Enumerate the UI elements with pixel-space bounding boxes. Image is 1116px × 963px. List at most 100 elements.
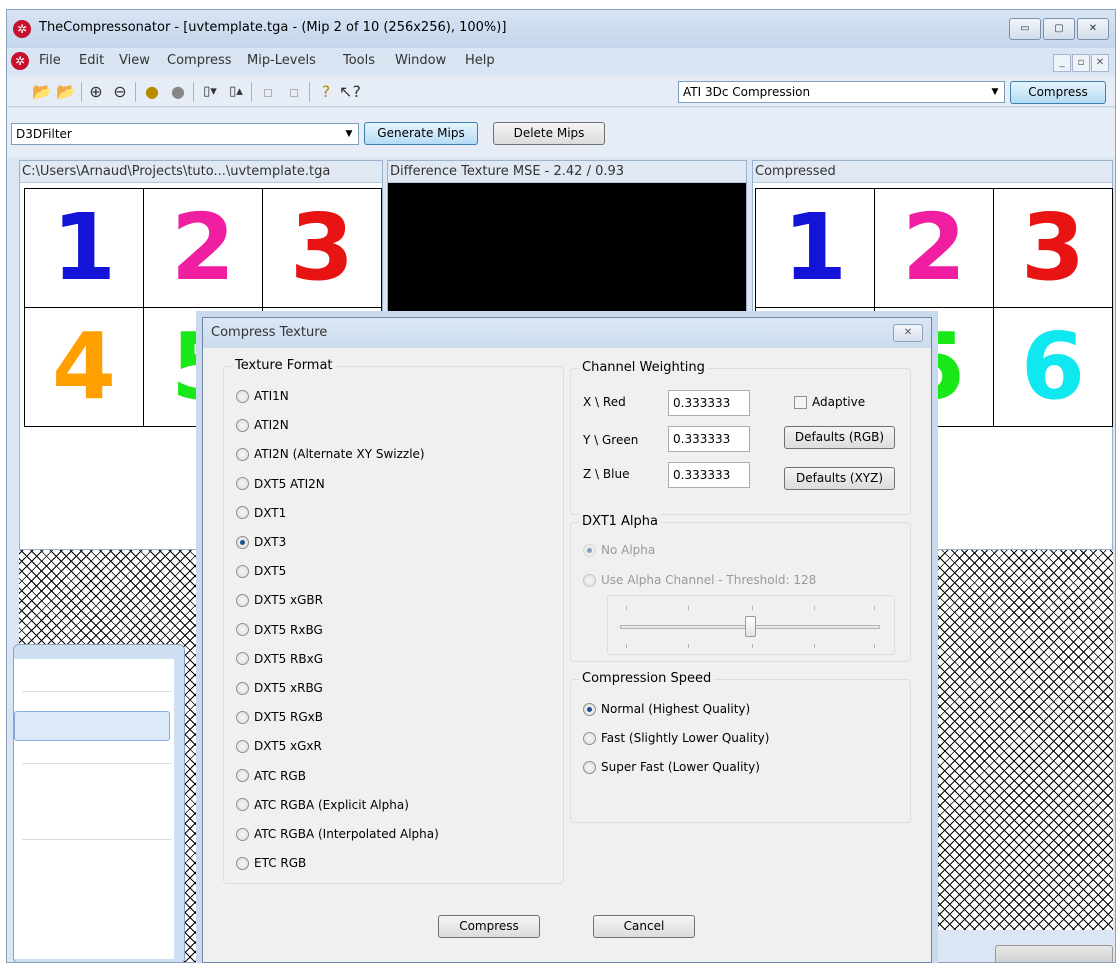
radio-dot: [236, 418, 249, 432]
format-option[interactable]: ATI2N: [236, 418, 289, 432]
compression-type-select[interactable]: ATI 3Dc Compression ▼: [678, 81, 1005, 103]
menu-edit[interactable]: Edit: [79, 53, 104, 68]
use-alpha-channel-radio[interactable]: Use Alpha Channel - Threshold: 128: [583, 573, 816, 587]
menu-view[interactable]: View: [119, 53, 150, 68]
channel-weighting-label: Channel Weighting: [579, 360, 708, 375]
mip-up-icon[interactable]: ▯▴: [225, 81, 247, 103]
menu-file[interactable]: File: [39, 53, 61, 68]
defaults-xyz-button[interactable]: Defaults (XYZ): [784, 467, 895, 490]
menu-mip-levels[interactable]: Mip-Levels: [247, 53, 316, 68]
mdi-minimize-button[interactable]: _: [1053, 54, 1071, 72]
format-option[interactable]: DXT5 xGBR: [236, 593, 323, 607]
app-logo-icon: ✲: [13, 20, 31, 38]
format-option[interactable]: ATI2N (Alternate XY Swizzle): [236, 447, 425, 461]
compress-toolbar-button[interactable]: Compress: [1010, 81, 1106, 104]
context-help-icon[interactable]: ↖?: [339, 81, 361, 103]
format-option[interactable]: DXT5: [236, 564, 286, 578]
menu-tools[interactable]: Tools: [343, 53, 375, 68]
defaults-rgb-button[interactable]: Defaults (RGB): [784, 426, 895, 449]
adaptive-checkbox[interactable]: Adaptive: [794, 395, 865, 409]
radio-dot: [583, 573, 596, 587]
list-item[interactable]: [14, 711, 170, 741]
original-tile-3: 3: [263, 189, 382, 308]
green-weight-input[interactable]: 0.333333: [668, 426, 750, 452]
lightbulb-on-icon[interactable]: ●: [141, 81, 163, 103]
menu-compress[interactable]: Compress: [167, 53, 232, 68]
dialog-cancel-button[interactable]: Cancel: [593, 915, 695, 938]
format-option[interactable]: ATC RGBA (Explicit Alpha): [236, 798, 409, 812]
compression-speed-group: Compression Speed Normal (Highest Qualit…: [570, 671, 911, 823]
format-option[interactable]: DXT1: [236, 506, 286, 520]
zoom-out-icon[interactable]: ⊖: [109, 81, 131, 103]
menu-window[interactable]: Window: [395, 53, 446, 68]
horizontal-scrollbar[interactable]: [995, 945, 1113, 962]
format-option[interactable]: ETC RGB: [236, 856, 306, 870]
chevron-down-icon: ▼: [991, 87, 999, 97]
dialog-compress-button[interactable]: Compress: [438, 915, 540, 938]
red-weight-input[interactable]: 0.333333: [668, 390, 750, 416]
window-title: TheCompressonator - [uvtemplate.tga - (M…: [39, 20, 507, 35]
no-alpha-radio[interactable]: No Alpha: [583, 543, 655, 557]
compression-speed-label: Compression Speed: [579, 671, 715, 686]
title-bar: ✲ TheCompressonator - [uvtemplate.tga - …: [7, 10, 1115, 48]
maximize-button[interactable]: ▢: [1043, 18, 1075, 40]
mdi-restore-button[interactable]: ▫: [1072, 54, 1090, 72]
mip-down-icon[interactable]: ▯▾: [199, 81, 221, 103]
radio-dot: [236, 477, 249, 491]
option-label: DXT5 RxBG: [254, 622, 323, 637]
dialog-title: Compress Texture: [203, 318, 931, 348]
option-label: DXT3: [254, 535, 287, 549]
threshold-slider-frame: [607, 595, 895, 655]
zoom-in-icon[interactable]: ⊕: [85, 81, 107, 103]
format-option[interactable]: ATI1N: [236, 389, 289, 403]
radio-dot: [583, 760, 596, 774]
format-option[interactable]: DXT5 RGxB: [236, 710, 323, 724]
format-option[interactable]: DXT3: [236, 535, 286, 549]
help-icon[interactable]: ?: [315, 81, 337, 103]
no-alpha-label: No Alpha: [601, 543, 656, 557]
mdi-doc-icon[interactable]: ✲: [11, 52, 29, 70]
open-compressed-icon[interactable]: 📂: [55, 81, 77, 103]
checkbox-box: [794, 395, 807, 409]
speed-option[interactable]: Normal (Highest Quality): [583, 702, 750, 716]
format-option[interactable]: DXT5 RxBG: [236, 623, 323, 637]
filter-value: D3DFilter: [16, 127, 72, 141]
generate-mips-button[interactable]: Generate Mips: [364, 122, 478, 145]
menu-help[interactable]: Help: [465, 53, 495, 68]
filter-select[interactable]: D3DFilter ▼: [11, 123, 359, 145]
speed-option[interactable]: Fast (Slightly Lower Quality): [583, 731, 769, 745]
close-button[interactable]: ✕: [1077, 18, 1109, 40]
option-label: Normal (Highest Quality): [601, 702, 751, 716]
threshold-slider-thumb[interactable]: [745, 616, 756, 637]
option-label: DXT5: [254, 564, 287, 579]
mip-toolbar: D3DFilter ▼ Generate Mips Delete Mips: [7, 108, 1115, 158]
format-option[interactable]: DXT5 RBxG: [236, 652, 323, 666]
radio-dot: [236, 798, 249, 812]
compression-type-value: ATI 3Dc Compression: [683, 85, 811, 99]
compress-texture-dialog: Compress Texture ✕ Texture Format ATI1N A…: [202, 317, 932, 963]
window-cascade-icon[interactable]: ▫: [283, 81, 305, 103]
checker-background: [935, 550, 1113, 930]
mdi-close-button[interactable]: ✕: [1091, 54, 1109, 72]
lightbulb-off-icon[interactable]: ●: [167, 81, 189, 103]
speed-option[interactable]: Super Fast (Lower Quality): [583, 760, 760, 774]
option-label: DXT5 xGxR: [254, 739, 322, 754]
format-option[interactable]: ATC RGBA (Interpolated Alpha): [236, 827, 439, 841]
option-label: DXT5 RGxB: [254, 710, 323, 725]
blue-weight-input[interactable]: 0.333333: [668, 462, 750, 488]
minimize-button[interactable]: ▭: [1009, 18, 1041, 40]
delete-mips-button[interactable]: Delete Mips: [493, 122, 605, 145]
radio-dot: [583, 731, 596, 745]
compressed-pane-title: Compressed: [753, 161, 1112, 183]
dialog-close-button[interactable]: ✕: [893, 324, 923, 342]
compressed-tile-1: 1: [756, 189, 875, 308]
compressed-tile-2: 2: [875, 189, 994, 308]
window-tile-icon[interactable]: ▫: [257, 81, 279, 103]
format-option[interactable]: DXT5 xRBG: [236, 681, 323, 695]
radio-dot: [236, 447, 249, 461]
format-option[interactable]: DXT5 xGxR: [236, 739, 322, 753]
open-folder-icon[interactable]: 📂: [31, 81, 53, 103]
format-option[interactable]: DXT5 ATI2N: [236, 477, 325, 491]
format-option[interactable]: ATC RGB: [236, 769, 306, 783]
dxt1-alpha-label: DXT1 Alpha: [579, 514, 661, 529]
